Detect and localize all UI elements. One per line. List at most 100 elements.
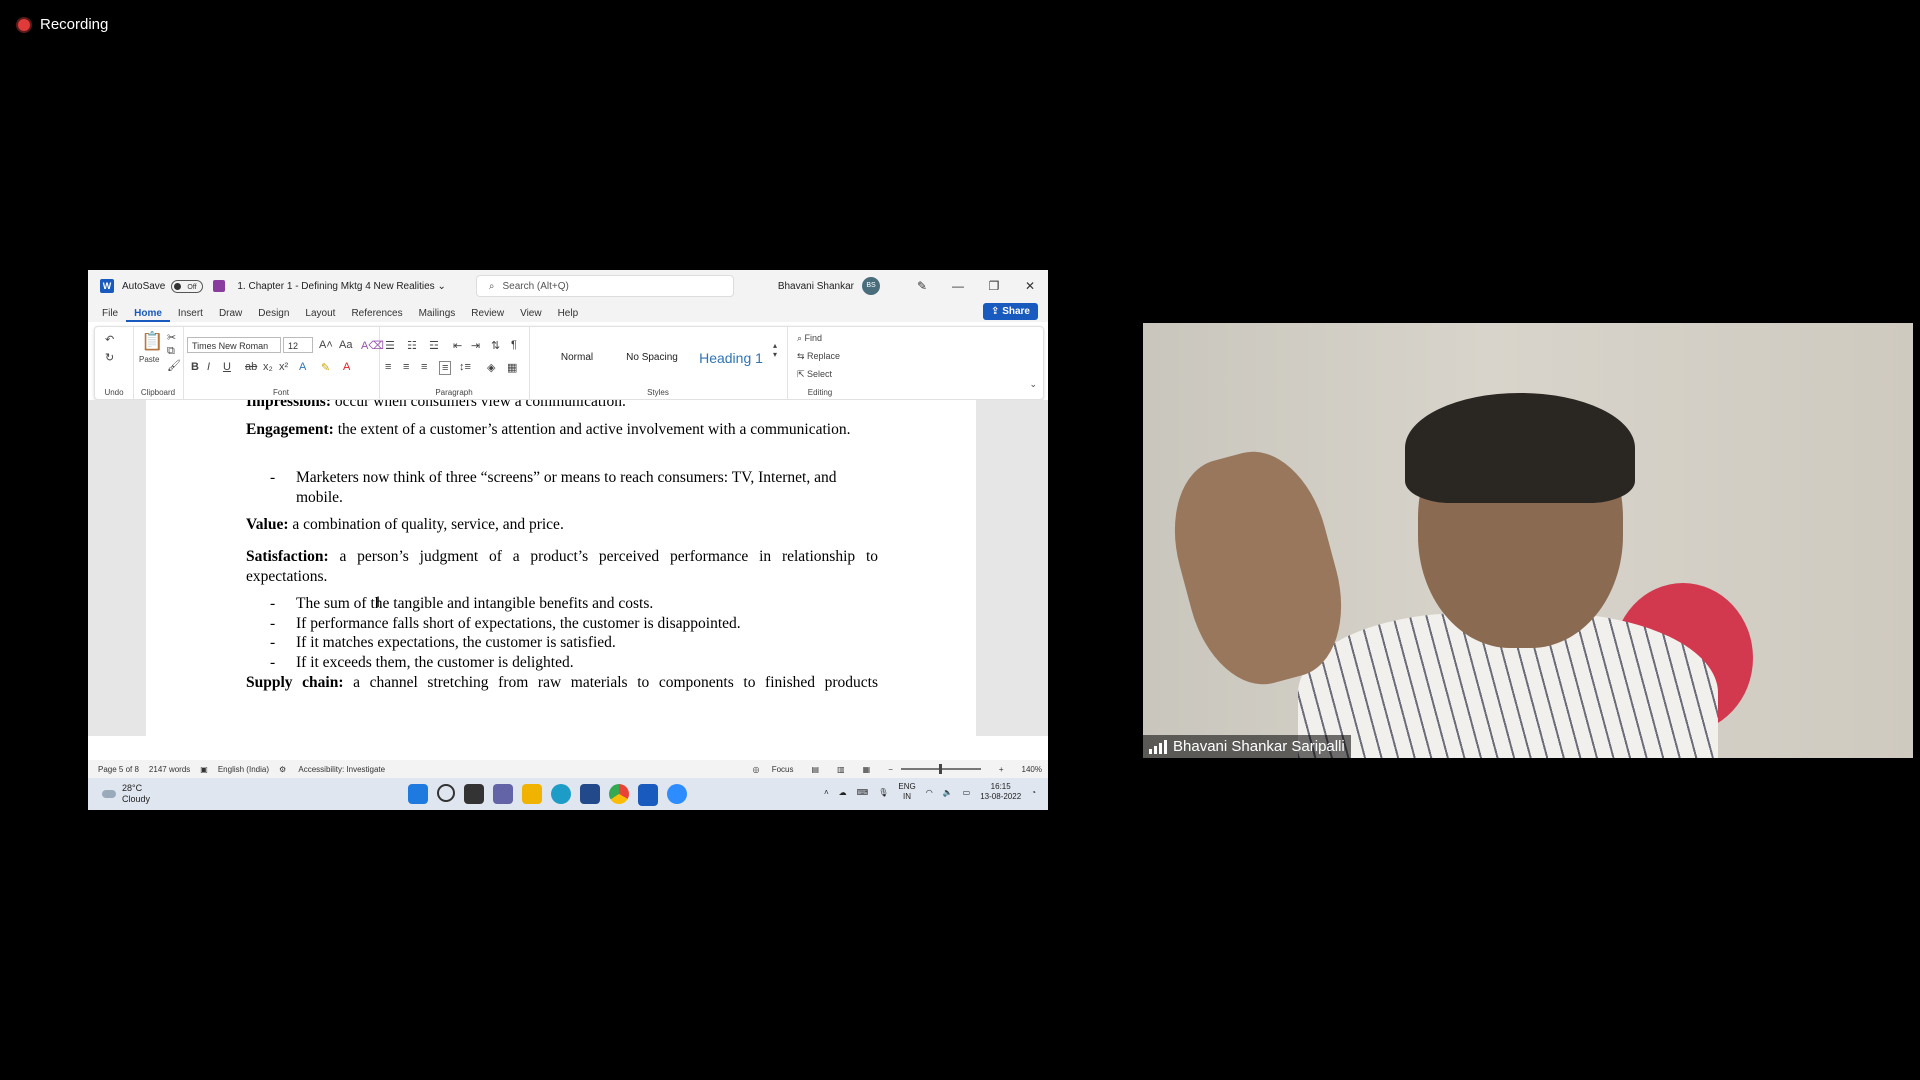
tab-draw[interactable]: Draw: [211, 308, 250, 322]
align-right-icon[interactable]: ≡: [421, 361, 427, 373]
language-indicator[interactable]: ENG IN: [898, 782, 915, 802]
focus-button[interactable]: ◎ Focus: [753, 765, 794, 774]
battery-icon[interactable]: ▭: [963, 788, 971, 797]
teams-icon[interactable]: [493, 784, 513, 804]
font-color-icon[interactable]: A: [343, 361, 350, 373]
multilevel-list-icon[interactable]: ☲: [429, 339, 439, 352]
wifi-icon[interactable]: ◠: [926, 788, 933, 797]
zoom-level[interactable]: 140%: [1022, 765, 1042, 774]
align-center-icon[interactable]: ≡: [403, 361, 409, 373]
file-explorer-icon[interactable]: [522, 784, 542, 804]
minimize-icon[interactable]: —: [940, 279, 976, 293]
italic-icon[interactable]: I: [207, 361, 210, 373]
collapse-ribbon-icon[interactable]: ⌄: [1029, 379, 1037, 390]
increase-indent-icon[interactable]: ⇥: [471, 339, 480, 352]
cut-icon[interactable]: ✂: [167, 331, 176, 344]
grow-font-icon[interactable]: A˄: [319, 339, 333, 351]
sort-icon[interactable]: ⇅: [491, 339, 500, 352]
clock[interactable]: 16:15 13-08-2022: [980, 782, 1021, 802]
zoom-app-icon[interactable]: [667, 784, 687, 804]
restore-icon[interactable]: ❐: [976, 279, 1012, 293]
task-view-icon[interactable]: [464, 784, 484, 804]
zoom-in-icon[interactable]: +: [999, 765, 1004, 774]
text-effects-icon[interactable]: A: [299, 361, 306, 373]
notification-icon[interactable]: ◔: [1031, 788, 1036, 797]
borders-icon[interactable]: ▦: [507, 361, 517, 374]
style-heading-1[interactable]: Heading 1: [691, 341, 771, 375]
zoom-slider[interactable]: [900, 764, 981, 774]
bullets-icon[interactable]: ☰: [385, 339, 395, 352]
word-taskbar-icon[interactable]: [638, 784, 658, 806]
format-painter-icon[interactable]: 🖌: [167, 359, 181, 372]
tab-mailings[interactable]: Mailings: [411, 308, 464, 322]
participant-video[interactable]: Bhavani Shankar Saripalli: [1143, 323, 1913, 758]
redo-icon[interactable]: ↻: [105, 351, 114, 364]
tab-insert[interactable]: Insert: [170, 308, 211, 322]
tab-review[interactable]: Review: [463, 308, 512, 322]
style-normal[interactable]: Normal: [541, 341, 613, 375]
page-count[interactable]: Page 5 of 8: [98, 765, 139, 774]
styles-more-icon[interactable]: ▴ ▾: [773, 341, 777, 359]
subscript-icon[interactable]: x₂: [263, 361, 273, 373]
document-page[interactable]: Impressions: occur when consumers view a…: [146, 400, 976, 736]
volume-icon[interactable]: 🔈: [943, 788, 953, 797]
web-layout-icon[interactable]: ▦: [863, 765, 871, 774]
proofing-icon[interactable]: ▣: [200, 765, 208, 774]
start-icon[interactable]: [408, 784, 428, 804]
select-button[interactable]: ⇱ Select: [797, 369, 832, 380]
numbering-icon[interactable]: ☷: [407, 339, 417, 352]
user-name[interactable]: Bhavani Shankar: [778, 281, 854, 292]
share-button[interactable]: ⇪ Share: [983, 303, 1038, 320]
tab-references[interactable]: References: [343, 308, 410, 322]
search-box[interactable]: ⌕ Search (Alt+Q): [475, 275, 734, 297]
onedrive-icon[interactable]: ☁: [839, 788, 847, 797]
font-name-select[interactable]: Times New Roman: [187, 337, 281, 353]
bold-icon[interactable]: B: [191, 361, 199, 373]
replace-button[interactable]: ⇆ Replace: [797, 351, 840, 362]
copy-icon[interactable]: ⧉: [167, 345, 175, 358]
tab-home[interactable]: Home: [126, 308, 170, 322]
word-count[interactable]: 2147 words: [149, 765, 190, 774]
decrease-indent-icon[interactable]: ⇤: [453, 339, 462, 352]
paste-icon[interactable]: 📋: [141, 331, 163, 352]
avatar[interactable]: BS: [862, 277, 880, 295]
style-no-spacing[interactable]: No Spacing: [615, 341, 689, 375]
chevron-up-icon[interactable]: ˄: [824, 788, 829, 797]
strikethrough-icon[interactable]: ab: [245, 361, 257, 373]
language-status[interactable]: English (India): [218, 765, 269, 774]
chrome-icon[interactable]: [609, 784, 629, 804]
tab-layout[interactable]: Layout: [297, 308, 343, 322]
tab-help[interactable]: Help: [550, 308, 587, 322]
justify-icon[interactable]: ≡: [439, 361, 452, 375]
tab-file[interactable]: File: [94, 308, 126, 322]
line-spacing-icon[interactable]: ↕≡: [459, 361, 471, 373]
superscript-icon[interactable]: x²: [279, 361, 288, 373]
read-mode-icon[interactable]: ▤: [812, 765, 820, 774]
tab-design[interactable]: Design: [250, 308, 297, 322]
find-button[interactable]: ⌕ Find: [797, 333, 822, 344]
store-icon[interactable]: [580, 784, 600, 804]
highlight-icon[interactable]: ✎: [321, 361, 330, 374]
search-taskbar-icon[interactable]: [437, 784, 455, 802]
accessibility-status[interactable]: ⚙ Accessibility: Investigate: [279, 765, 385, 774]
edge-icon[interactable]: [551, 784, 571, 804]
tab-view[interactable]: View: [512, 308, 550, 322]
print-layout-icon[interactable]: ▥: [837, 765, 845, 774]
keyboard-icon[interactable]: ⌨: [857, 788, 869, 797]
align-left-icon[interactable]: ≡: [385, 361, 391, 373]
pilcrow-icon[interactable]: ¶: [511, 339, 517, 351]
paste-label[interactable]: Paste: [139, 355, 159, 364]
document-title[interactable]: 1. Chapter 1 - Defining Mktg 4 New Reali…: [237, 281, 445, 292]
save-icon[interactable]: [213, 280, 226, 292]
close-icon[interactable]: ✕: [1012, 279, 1048, 293]
autosave-toggle[interactable]: Off: [171, 279, 204, 293]
shading-icon[interactable]: ◈: [487, 361, 495, 374]
undo-icon[interactable]: ↶: [105, 333, 114, 346]
font-size-select[interactable]: 12: [283, 337, 313, 353]
microphone-icon[interactable]: 🎙: [878, 788, 888, 797]
underline-icon[interactable]: U: [223, 361, 231, 373]
weather-widget[interactable]: 28°C Cloudy: [102, 783, 150, 805]
pen-icon[interactable]: ✎: [904, 279, 940, 293]
change-case-icon[interactable]: Aa: [339, 339, 352, 351]
zoom-out-icon[interactable]: −: [888, 765, 893, 774]
